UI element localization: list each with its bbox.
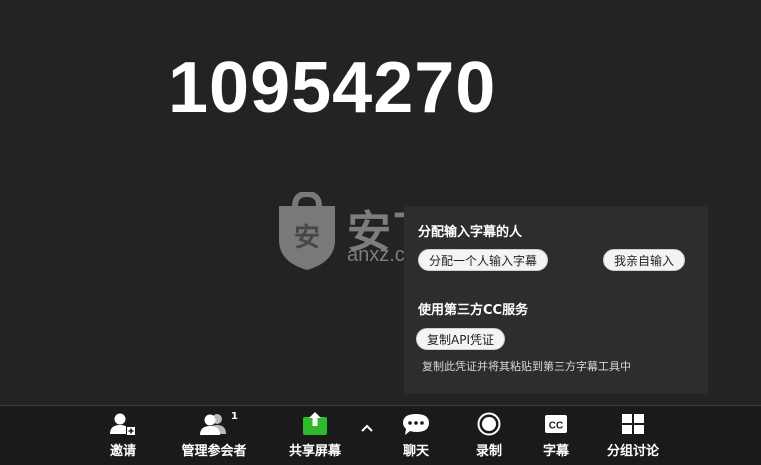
invite-label: 邀请 bbox=[109, 444, 136, 459]
caption-panel: 分配输入字幕的人 分配一个人输入字幕 我亲自输入 使用第三方CC服务 复制API… bbox=[404, 206, 708, 394]
chat-icon bbox=[376, 412, 456, 436]
invite-button[interactable]: 邀请 bbox=[83, 406, 163, 464]
breakout-rooms-grid-icon bbox=[593, 412, 673, 436]
cc-button[interactable]: CC 字幕 bbox=[516, 406, 596, 464]
self-type-button[interactable]: 我亲自输入 bbox=[603, 249, 686, 271]
participants-icon bbox=[174, 412, 254, 436]
meeting-toolbar: 邀请 1 管理参会者 共享屏幕 聊天 录制 CC 字幕 分组讨论 bbox=[0, 405, 761, 465]
assign-person-button[interactable]: 分配一个人输入字幕 bbox=[418, 249, 549, 271]
share-screen-label: 共享屏幕 bbox=[288, 444, 341, 459]
share-screen-button[interactable]: 共享屏幕 bbox=[275, 406, 355, 464]
invite-icon bbox=[83, 412, 163, 436]
video-area: 10954270 安 安下载 anxz.com 分配输入字幕的人 分配一个人输入… bbox=[0, 0, 761, 405]
copy-api-hint: 复制此凭证并将其粘贴到第三方字幕工具中 bbox=[422, 360, 631, 373]
participants-label: 管理参会者 bbox=[181, 444, 247, 459]
breakout-rooms-button[interactable]: 分组讨论 bbox=[593, 406, 673, 464]
participants-button[interactable]: 1 管理参会者 bbox=[174, 406, 254, 464]
assign-heading: 分配输入字幕的人 bbox=[418, 225, 523, 240]
closed-caption-icon: CC bbox=[516, 412, 596, 436]
breakout-rooms-label: 分组讨论 bbox=[606, 444, 659, 459]
third-party-heading: 使用第三方CC服务 bbox=[418, 303, 529, 318]
cc-icon-text: CC bbox=[549, 421, 563, 432]
chat-button[interactable]: 聊天 bbox=[376, 406, 456, 464]
share-options-chevron-up-icon[interactable] bbox=[358, 420, 376, 436]
meeting-id-display: 10954270 bbox=[168, 48, 497, 128]
cc-label: 字幕 bbox=[542, 444, 569, 459]
chat-label: 聊天 bbox=[402, 444, 429, 459]
watermark-shield-icon: 安 bbox=[279, 192, 335, 270]
watermark-shield-char: 安 bbox=[294, 223, 320, 253]
copy-api-button[interactable]: 复制API凭证 bbox=[416, 328, 505, 350]
share-screen-icon bbox=[275, 412, 355, 436]
participants-count-badge: 1 bbox=[231, 411, 238, 422]
